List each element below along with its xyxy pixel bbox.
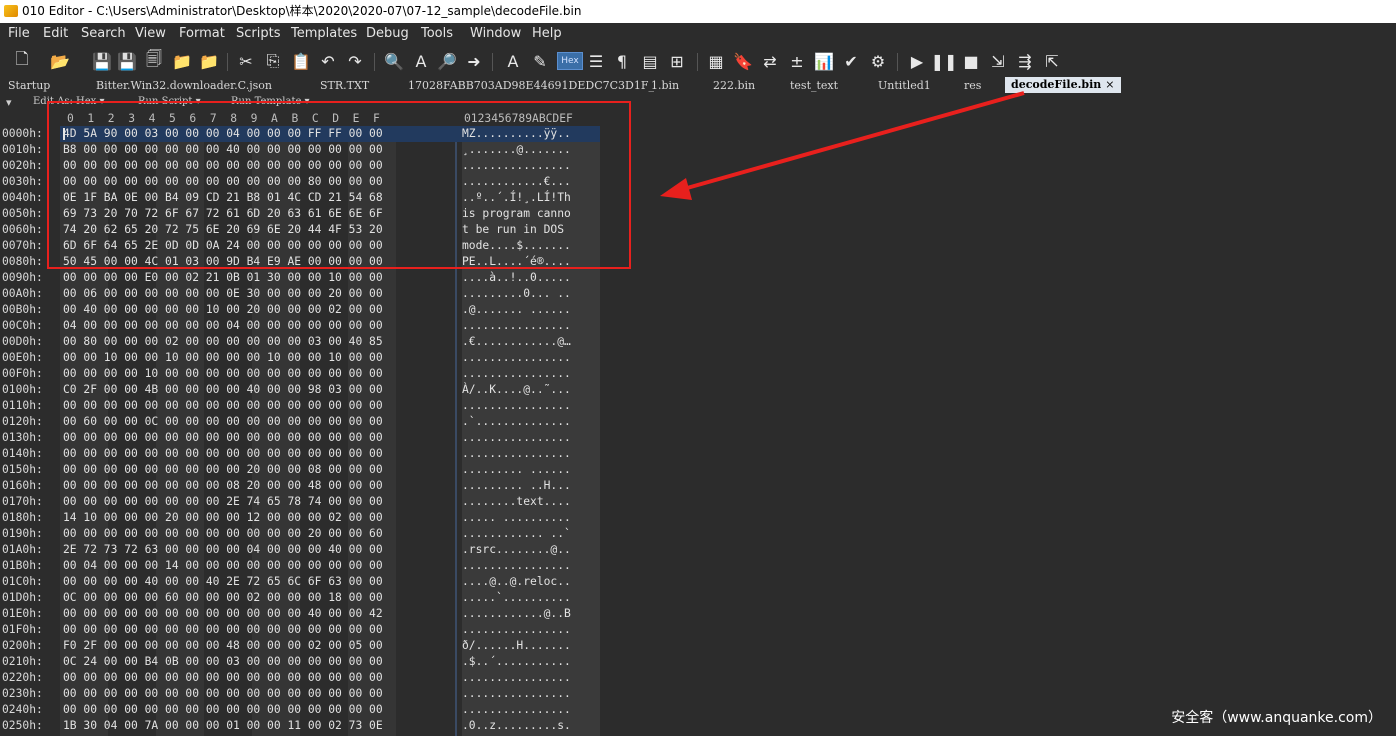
watermark: 安全客（www.anquanke.com） (1171, 710, 1382, 726)
annotation-arrow (660, 91, 1025, 200)
